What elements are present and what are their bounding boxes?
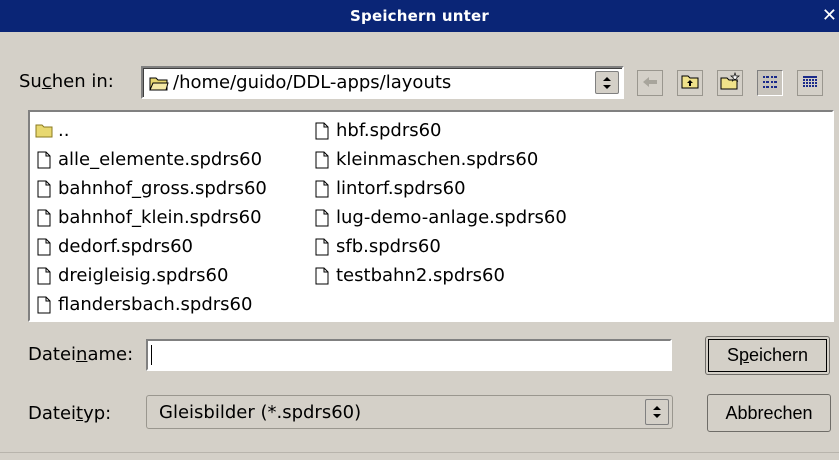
list-item[interactable]: lintorf.spdrs60: [312, 174, 567, 203]
file-icon: [34, 179, 54, 199]
file-icon: [34, 208, 54, 228]
file-icon: [312, 266, 332, 286]
file-name: hbf.spdrs60: [336, 120, 442, 141]
bottom-divider: [0, 452, 839, 453]
filetype-combobox[interactable]: Gleisbilder (*.spdrs60): [146, 395, 673, 429]
back-arrow-icon: [642, 74, 658, 93]
close-icon[interactable]: ✕: [822, 0, 837, 32]
back-button[interactable]: [637, 70, 663, 96]
list-item[interactable]: bahnhof_gross.spdrs60: [34, 174, 267, 203]
file-name: sfb.spdrs60: [336, 236, 441, 257]
list-item[interactable]: lug-demo-anlage.spdrs60: [312, 203, 567, 232]
filename-input[interactable]: [146, 339, 672, 371]
file-icon: [34, 266, 54, 286]
list-view-icon: [762, 74, 778, 93]
look-in-path: /home/guido/DDL-apps/layouts: [173, 72, 452, 93]
file-icon: [34, 237, 54, 257]
file-icon: [312, 208, 332, 228]
file-name: alle_elemente.spdrs60: [58, 149, 263, 170]
new-folder-icon: [720, 71, 740, 94]
list-item[interactable]: testbahn2.spdrs60: [312, 261, 567, 290]
file-name: bahnhof_klein.spdrs60: [58, 207, 262, 228]
file-icon: [312, 121, 332, 141]
list-item[interactable]: kleinmaschen.spdrs60: [312, 145, 567, 174]
file-name: dedorf.spdrs60: [58, 236, 193, 257]
look-in-label: Suchen in:: [19, 71, 114, 92]
file-name: kleinmaschen.spdrs60: [336, 149, 539, 170]
look-in-combobox[interactable]: /home/guido/DDL-apps/layouts: [141, 66, 624, 99]
window-title: Speichern unter: [350, 7, 489, 25]
list-item[interactable]: sfb.spdrs60: [312, 232, 567, 261]
file-icon: [34, 295, 54, 315]
combo-arrows-icon[interactable]: [645, 399, 669, 425]
title-bar: Speichern unter ✕: [0, 0, 839, 32]
file-name: dreigleisig.spdrs60: [58, 265, 229, 286]
file-name: testbahn2.spdrs60: [336, 265, 505, 286]
filetype-value: Gleisbilder (*.spdrs60): [159, 401, 362, 423]
detail-view-icon: [802, 74, 818, 93]
file-icon: [34, 150, 54, 170]
file-name: lug-demo-anlage.spdrs60: [336, 207, 567, 228]
file-list[interactable]: .. alle_elemente.spdrs60 bahnhof_gross.spd…: [28, 110, 834, 322]
folder-up-icon: [681, 73, 699, 93]
list-item[interactable]: ..: [34, 116, 267, 145]
up-folder-button[interactable]: [677, 70, 703, 96]
file-name: lintorf.spdrs60: [336, 178, 466, 199]
cancel-button[interactable]: Abbrechen: [707, 394, 831, 432]
file-list-column-1: .. alle_elemente.spdrs60 bahnhof_gross.spd…: [34, 116, 267, 319]
list-item[interactable]: alle_elemente.spdrs60: [34, 145, 267, 174]
file-name: bahnhof_gross.spdrs60: [58, 178, 267, 199]
save-button[interactable]: Speichern: [705, 336, 830, 375]
list-item[interactable]: flandersbach.spdrs60: [34, 290, 267, 319]
file-icon: [312, 237, 332, 257]
filetype-label: Dateityp:: [28, 403, 112, 424]
list-item[interactable]: hbf.spdrs60: [312, 116, 567, 145]
combo-arrows-icon[interactable]: [595, 71, 619, 94]
file-icon: [312, 179, 332, 199]
list-view-button[interactable]: [757, 70, 783, 96]
file-name: ..: [58, 120, 70, 141]
list-item[interactable]: dreigleisig.spdrs60: [34, 261, 267, 290]
folder-open-icon: [149, 75, 169, 91]
new-folder-button[interactable]: [717, 70, 743, 96]
file-icon: [312, 150, 332, 170]
list-item[interactable]: dedorf.spdrs60: [34, 232, 267, 261]
list-item[interactable]: bahnhof_klein.spdrs60: [34, 203, 267, 232]
text-caret: [151, 345, 152, 365]
file-name: flandersbach.spdrs60: [58, 294, 253, 315]
file-list-column-2: hbf.spdrs60 kleinmaschen.spdrs60 lintorf.s…: [312, 116, 567, 290]
filename-label: Dateiname:: [28, 344, 134, 365]
folder-icon: [34, 121, 54, 141]
detail-view-button[interactable]: [797, 70, 823, 96]
